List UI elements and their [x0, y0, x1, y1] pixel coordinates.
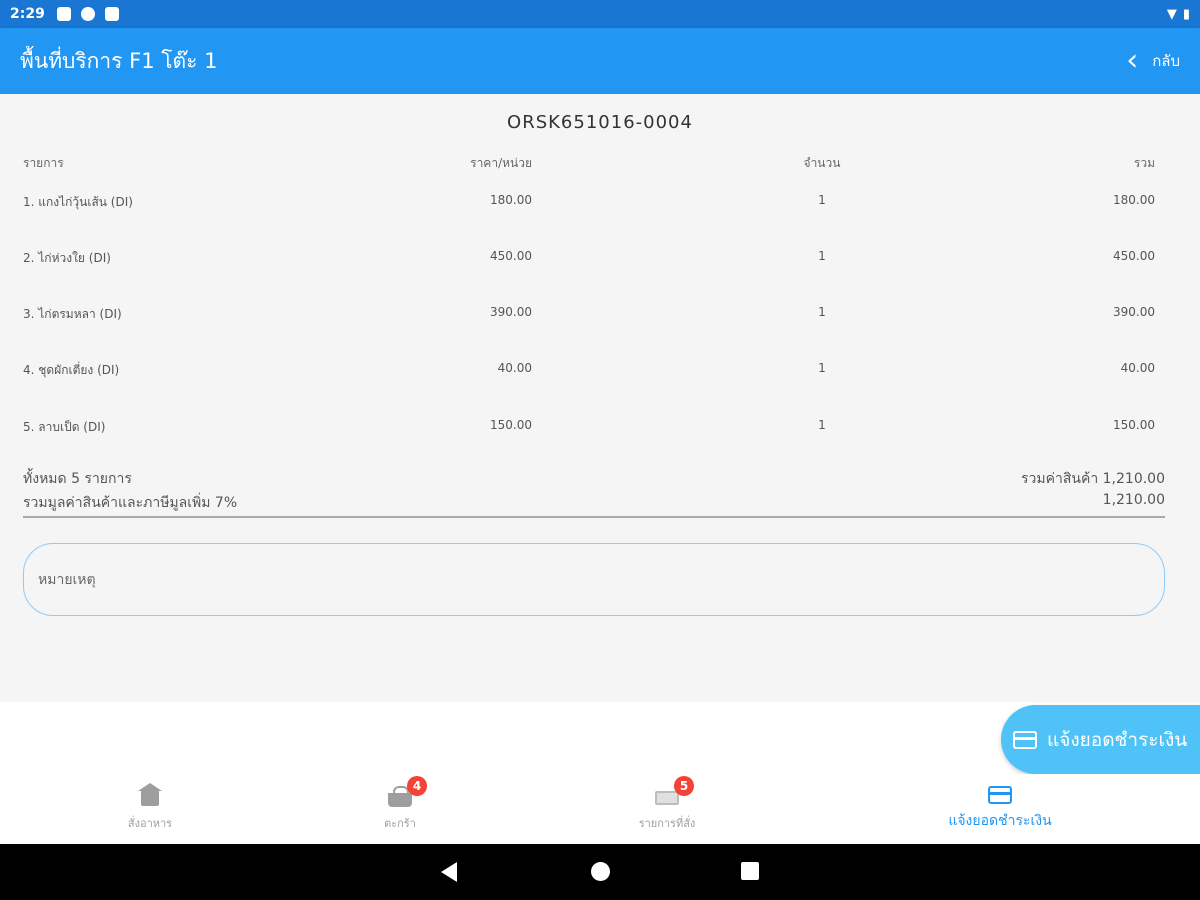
credit-card-icon [988, 786, 1012, 804]
system-recents-icon[interactable] [741, 862, 759, 880]
system-home-icon[interactable] [591, 862, 610, 881]
order-content: ORSK651016-0004 รายการ ราคา/หน่วย จำนวน … [0, 94, 1200, 702]
header-unit-price: ราคา/หน่วย [470, 156, 532, 170]
item-qty: 1 [818, 418, 826, 432]
ordered-badge: 5 [674, 776, 694, 796]
item-name: 3. ไก่ตรมหลา (DI) [23, 307, 122, 321]
item-price: 390.00 [490, 305, 532, 319]
item-name: 1. แกงไก่วุ้นเส้น (DI) [23, 195, 133, 209]
battery-icon: ▮ [1182, 6, 1190, 22]
sd-card-icon [104, 7, 119, 21]
store-icon [137, 783, 163, 808]
nav-label: รายการที่สั่ง [638, 817, 696, 830]
app-bar: พื้นที่บริการ F1 โต๊ะ 1 ‹ กลับ [0, 28, 1200, 94]
summary-subtotal: รวมค่าสินค้า 1,210.00 [1021, 471, 1165, 487]
summary-vat-total: 1,210.00 [1102, 492, 1165, 508]
payment-notify-label: แจ้งยอดชำระเงิน [1047, 728, 1188, 751]
item-price: 450.00 [490, 249, 532, 263]
basket-icon: 4 [387, 776, 427, 808]
item-qty: 1 [818, 193, 826, 207]
cart-badge: 4 [407, 776, 427, 796]
item-qty: 1 [818, 249, 826, 263]
system-back-icon[interactable] [441, 862, 457, 882]
receipt-icon: 5 [654, 776, 694, 808]
app-notification-icon [80, 7, 95, 21]
header-total: รวม [1133, 156, 1155, 170]
chevron-left-icon: ‹ [1126, 43, 1139, 78]
summary-vat-label: รวมมูลค่าสินค้าและภาษีมูลเพิ่ม 7% [23, 495, 238, 511]
item-qty: 1 [818, 305, 826, 319]
nav-label: แจ้งยอดชำระเงิน [948, 813, 1052, 829]
header-item: รายการ [23, 156, 64, 170]
page-title: พื้นที่บริการ F1 โต๊ะ 1 [20, 48, 218, 73]
nav-item-payment[interactable]: แจ้งยอดชำระเงิน [850, 774, 1150, 844]
header-qty: จำนวน [803, 156, 841, 170]
item-price: 180.00 [490, 193, 532, 207]
back-button[interactable]: ‹ กลับ [1126, 46, 1180, 76]
remark-input[interactable] [38, 571, 1150, 588]
item-price: 150.00 [490, 418, 532, 432]
item-price: 40.00 [497, 361, 532, 375]
item-total: 150.00 [1113, 418, 1155, 432]
nav-item-ordered-list[interactable]: 5 รายการที่สั่ง [517, 774, 817, 844]
remark-field[interactable] [23, 543, 1165, 616]
back-label: กลับ [1152, 52, 1180, 70]
notification-icon [56, 7, 71, 21]
item-total: 450.00 [1113, 249, 1155, 263]
nav-label: ตะกร้า [384, 817, 416, 830]
summary-divider [23, 516, 1165, 518]
payment-notify-button[interactable]: แจ้งยอดชำระเงิน [1001, 705, 1200, 774]
item-total: 40.00 [1120, 361, 1155, 375]
bottom-nav: สั่งอาหาร 4 ตะกร้า 5 รายการที่สั่ง แจ้งย… [0, 774, 1200, 844]
order-number: ORSK651016-0004 [507, 112, 693, 133]
item-total: 390.00 [1113, 305, 1155, 319]
nav-label: สั่งอาหาร [127, 817, 173, 830]
system-nav-bar [0, 844, 1200, 900]
nav-item-cart[interactable]: 4 ตะกร้า [250, 774, 550, 844]
item-name: 2. ไก่ห่วงใย (DI) [23, 251, 111, 265]
item-qty: 1 [818, 361, 826, 375]
summary-count: ทั้งหมด 5 รายการ [23, 471, 132, 487]
item-name: 4. ชุดผักเตี่ยง (DI) [23, 363, 120, 377]
wifi-icon: ▼ [1166, 6, 1177, 22]
item-total: 180.00 [1113, 193, 1155, 207]
item-name: 5. ลาบเป็ด (DI) [23, 420, 106, 434]
status-bar: 2:29 ▼ ▮ [0, 0, 1200, 28]
status-time: 2:29 [10, 6, 45, 22]
credit-card-icon [1013, 730, 1037, 749]
